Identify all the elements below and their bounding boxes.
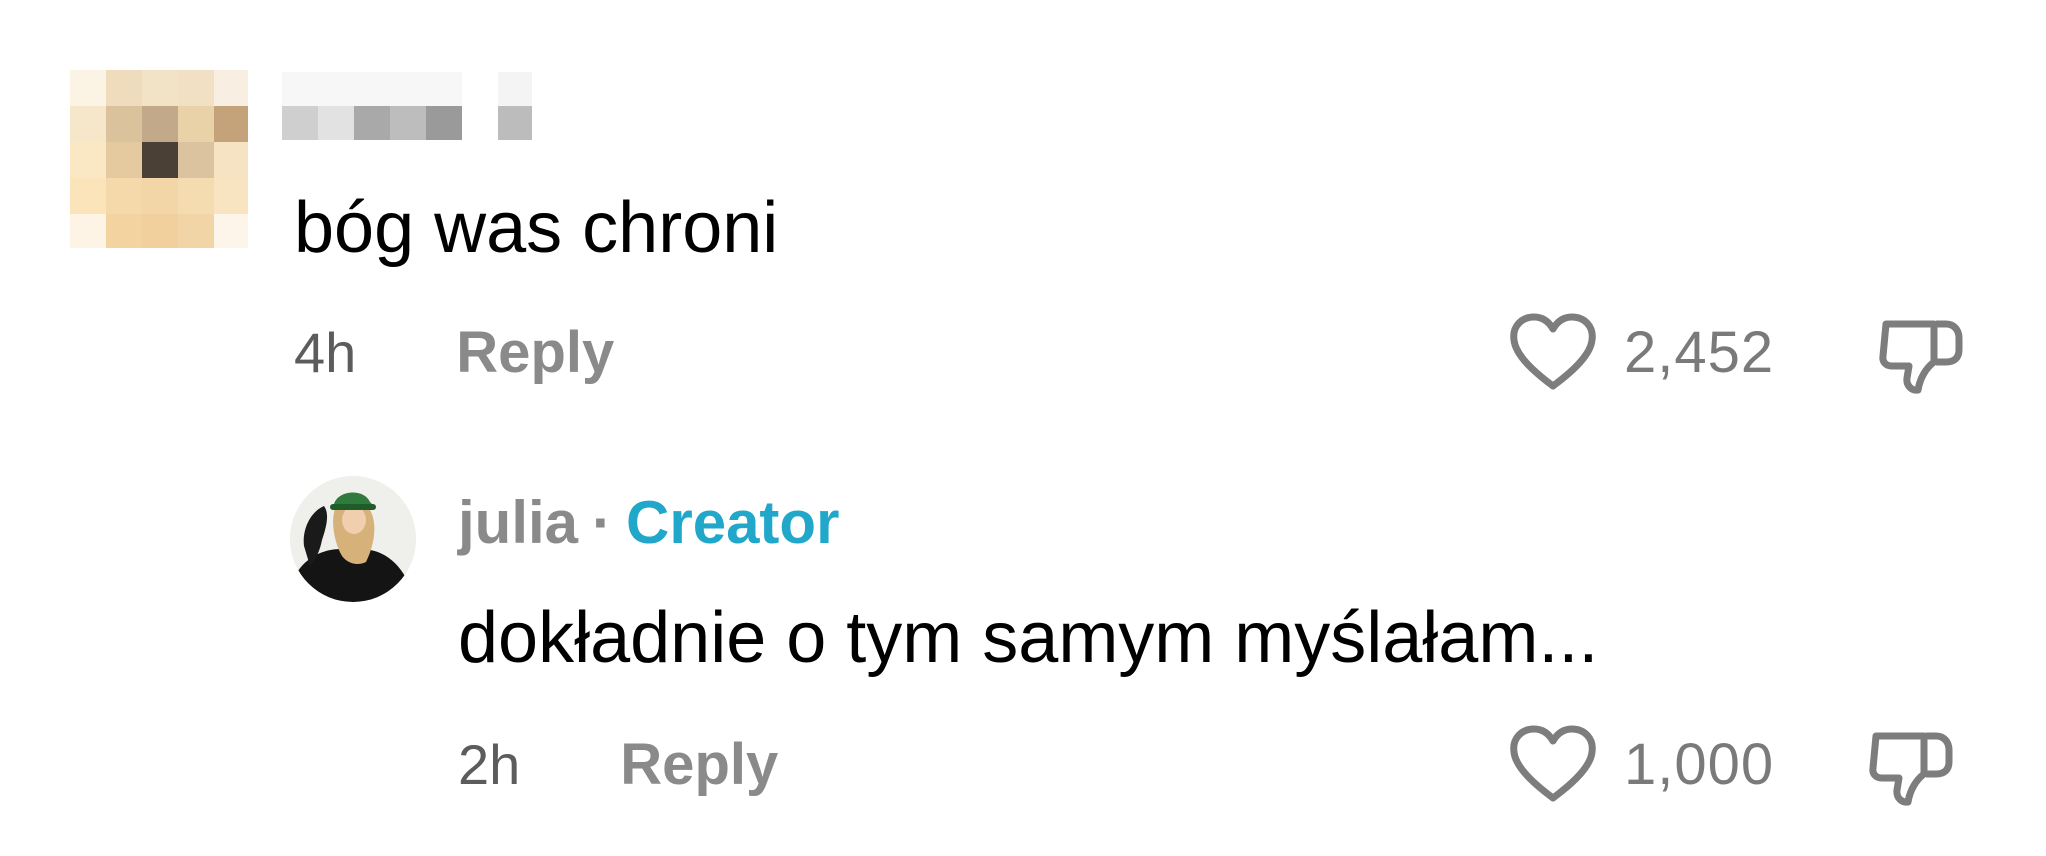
like-control: 2,452	[1508, 312, 1774, 392]
comment-time: 2h	[458, 732, 521, 796]
comment-time: 4h	[294, 320, 357, 384]
like-count: 2,452	[1624, 319, 1775, 385]
reply-button[interactable]: Reply	[456, 319, 614, 386]
creator-badge: Creator	[626, 488, 840, 556]
comment-author-row: julia · Creator	[458, 482, 839, 562]
like-control: 1,000	[1508, 724, 1774, 804]
thumbs-down-icon[interactable]	[1866, 724, 1956, 808]
separator-dot: ·	[592, 488, 613, 556]
author-name[interactable]: julia	[458, 488, 578, 557]
avatar-pixelated[interactable]	[70, 70, 248, 248]
reply-button[interactable]: Reply	[620, 731, 778, 798]
comment-text: dokładnie o tym samym myślałam...	[458, 598, 1599, 678]
avatar[interactable]	[290, 476, 416, 602]
like-count: 1,000	[1624, 731, 1775, 797]
comment-meta: 2h Reply	[458, 724, 778, 804]
author-name-redacted[interactable]	[282, 72, 542, 142]
heart-outline-icon[interactable]	[1508, 724, 1598, 804]
comment-text: bóg was chroni	[294, 188, 779, 268]
thumbs-down-icon[interactable]	[1876, 312, 1966, 396]
heart-outline-icon[interactable]	[1508, 312, 1598, 392]
comment-meta: 4h Reply	[294, 312, 614, 392]
